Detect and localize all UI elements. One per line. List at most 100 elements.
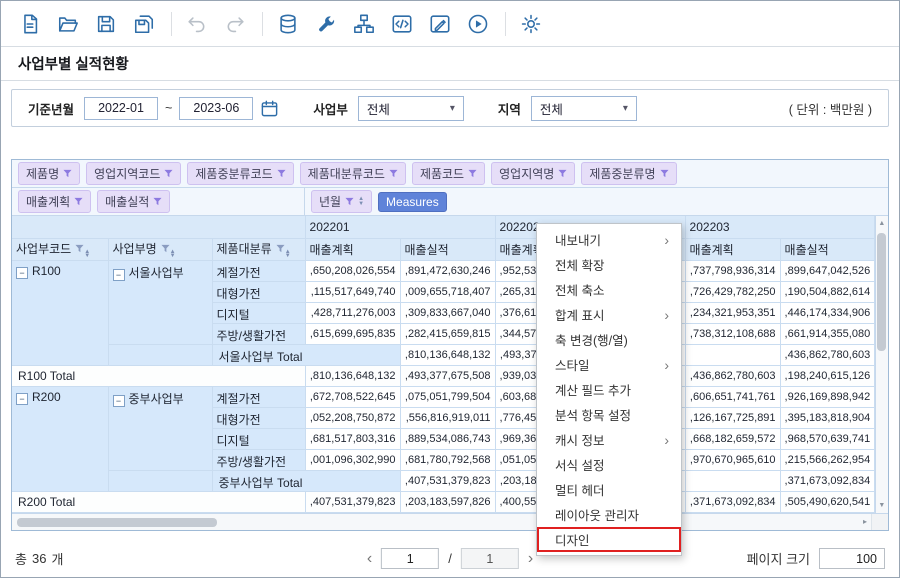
code-editor-icon[interactable]: [387, 9, 417, 39]
filter-funnel-icon[interactable]: [161, 244, 170, 253]
row-header-group[interactable]: −R100: [12, 260, 108, 365]
row-header-leaf: 디지털: [212, 428, 305, 449]
menu-item[interactable]: 분석 항목 설정: [537, 402, 681, 427]
period-to-input[interactable]: [179, 97, 253, 120]
scroll-right-icon[interactable]: ▸: [863, 514, 867, 531]
value-cell: ,436,862,780,603: [780, 344, 874, 365]
field-chip[interactable]: 제품대분류코드: [300, 162, 406, 185]
filter-funnel-icon[interactable]: [558, 169, 567, 178]
division-select[interactable]: 전체 ▾: [358, 96, 464, 121]
column-group-header[interactable]: 202201: [305, 216, 495, 238]
open-folder-icon[interactable]: [53, 9, 83, 39]
menu-item[interactable]: 디자인: [537, 527, 681, 552]
run-icon[interactable]: [463, 9, 493, 39]
collapse-icon[interactable]: −: [16, 393, 28, 405]
field-chip[interactable]: 제품코드: [412, 162, 485, 185]
row-header-cell[interactable]: 사업부명▲▼: [108, 238, 212, 260]
menu-item-label: 캐시 정보: [555, 430, 604, 449]
sort-icon[interactable]: ▲▼: [170, 250, 176, 259]
row-header-group[interactable]: −중부사업부: [108, 386, 212, 470]
field-chip-label: 제품중분류명: [589, 165, 655, 182]
pivot-row: 중부사업부 Total,407,531,379,823,203,183,597,…: [12, 470, 874, 491]
field-chip[interactable]: 제품중분류명: [581, 162, 676, 185]
menu-item-label: 스타일: [555, 355, 590, 374]
menu-item-label: 분석 항목 설정: [555, 405, 631, 424]
page-size-input[interactable]: [819, 548, 885, 569]
vertical-scrollbar[interactable]: ▲ ▼: [875, 216, 888, 513]
row-header-group[interactable]: −R200: [12, 386, 108, 491]
region-select[interactable]: 전체 ▾: [531, 96, 637, 121]
sort-icon[interactable]: ▲▼: [358, 197, 364, 206]
menu-item[interactable]: 스타일›: [537, 352, 681, 377]
sort-icon[interactable]: ▲▼: [84, 250, 90, 259]
field-chip[interactable]: 매출실적: [97, 190, 170, 213]
menu-item[interactable]: 서식 설정: [537, 452, 681, 477]
value-cell: ,428,711,276,003: [305, 302, 400, 323]
menu-item[interactable]: 캐시 정보›: [537, 427, 681, 452]
filter-funnel-icon[interactable]: [276, 244, 285, 253]
menu-item[interactable]: 축 변경(행/열): [537, 327, 681, 352]
filter-funnel-icon[interactable]: [345, 197, 354, 206]
save-all-icon[interactable]: [129, 9, 159, 39]
filter-funnel-icon[interactable]: [277, 169, 286, 178]
value-header-cell[interactable]: 매출계획: [305, 238, 400, 260]
field-chip[interactable]: 제품중분류코드: [187, 162, 293, 185]
next-page-button[interactable]: ›: [528, 551, 533, 567]
hscroll-thumb[interactable]: [17, 518, 217, 527]
redo-icon[interactable]: [220, 9, 250, 39]
field-chip[interactable]: 제품명: [18, 162, 80, 185]
value-cell: ,737,798,936,314: [685, 260, 780, 281]
settings-icon[interactable]: [516, 9, 546, 39]
value-header-cell[interactable]: 매출실적: [780, 238, 874, 260]
undo-icon[interactable]: [182, 9, 212, 39]
value-cell: ,115,517,649,740: [305, 281, 400, 302]
value-header-cell[interactable]: 매출실적: [400, 238, 495, 260]
collapse-icon[interactable]: −: [16, 267, 28, 279]
value-cell: ,407,531,379,823: [305, 491, 400, 512]
menu-item[interactable]: 내보내기›: [537, 227, 681, 252]
filter-funnel-icon[interactable]: [74, 197, 83, 206]
menu-item-label: 내보내기: [555, 230, 601, 249]
filter-funnel-icon[interactable]: [389, 169, 398, 178]
collapse-icon[interactable]: −: [113, 269, 125, 281]
horizontal-scrollbar[interactable]: ▸: [12, 513, 888, 530]
filter-funnel-icon[interactable]: [660, 169, 669, 178]
field-chip[interactable]: 년월▲▼: [311, 190, 372, 213]
row-header-group[interactable]: −서울사업부: [108, 260, 212, 344]
measures-chip[interactable]: Measures: [378, 192, 447, 212]
column-group-header[interactable]: 202203: [685, 216, 874, 238]
menu-item[interactable]: 전체 축소: [537, 277, 681, 302]
calendar-icon[interactable]: [260, 99, 279, 118]
tools-icon[interactable]: [311, 9, 341, 39]
sort-icon[interactable]: ▲▼: [285, 250, 291, 259]
scroll-down-icon[interactable]: ▼: [878, 498, 885, 513]
row-header-cell[interactable]: 사업부코드▲▼: [12, 238, 108, 260]
menu-item[interactable]: 레이아웃 관리자: [537, 502, 681, 527]
scroll-up-icon[interactable]: ▲: [878, 216, 885, 231]
menu-item[interactable]: 전체 확장: [537, 252, 681, 277]
field-chip[interactable]: 매출계획: [18, 190, 91, 213]
field-chip[interactable]: 영업지역명: [491, 162, 575, 185]
menu-item[interactable]: 멀티 헤더: [537, 477, 681, 502]
filter-funnel-icon[interactable]: [468, 169, 477, 178]
collapse-icon[interactable]: −: [113, 395, 125, 407]
value-header-cell[interactable]: 매출계획: [685, 238, 780, 260]
menu-item[interactable]: 계산 필드 추가: [537, 377, 681, 402]
sitemap-icon[interactable]: [349, 9, 379, 39]
new-file-icon[interactable]: [15, 9, 45, 39]
filter-funnel-icon[interactable]: [153, 197, 162, 206]
filter-funnel-icon[interactable]: [63, 169, 72, 178]
edit-icon[interactable]: [425, 9, 455, 39]
database-icon[interactable]: [273, 9, 303, 39]
period-from-input[interactable]: [84, 97, 158, 120]
page-input[interactable]: [381, 548, 439, 569]
vscroll-thumb[interactable]: [877, 233, 886, 351]
prev-page-button[interactable]: ‹: [367, 551, 372, 567]
row-header-cell[interactable]: 제품대분류▲▼: [212, 238, 305, 260]
filter-funnel-icon[interactable]: [164, 169, 173, 178]
filter-funnel-icon[interactable]: [75, 244, 84, 253]
row-header-leaf: 대형가전: [212, 407, 305, 428]
save-icon[interactable]: [91, 9, 121, 39]
menu-item[interactable]: 합계 표시›: [537, 302, 681, 327]
field-chip[interactable]: 영업지역코드: [86, 162, 181, 185]
